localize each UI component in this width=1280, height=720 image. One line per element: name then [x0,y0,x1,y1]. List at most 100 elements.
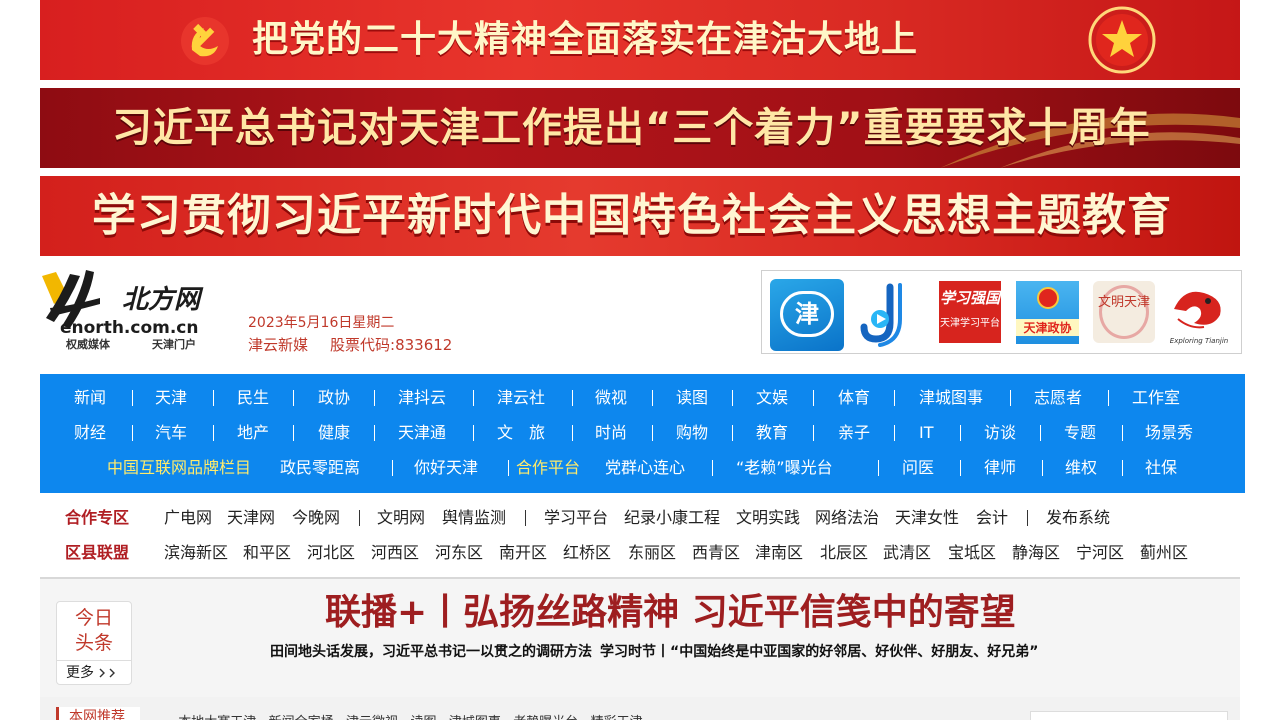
nav-item[interactable]: 健康 [318,415,350,450]
district-link[interactable]: 南开区 [499,535,547,570]
wenming-tianjin-link[interactable]: 文明天津 [1093,281,1155,343]
district-link[interactable]: 河东区 [435,535,483,570]
xuexiqiangguo-link[interactable]: 学习强国 天津学习平台 [939,281,1001,343]
nav-item[interactable]: 汽车 [155,415,187,450]
nav-item[interactable]: 天津 [155,380,187,415]
nav-item[interactable]: 文娱 [756,380,788,415]
district-link[interactable]: 滨海新区 [164,535,228,570]
nav-item[interactable]: 民生 [237,380,269,415]
nav-item[interactable]: 津云社 [497,380,545,415]
sub-headline-link[interactable]: 田间地头话发展，习近平总书记一以贯之的调研方法 [270,644,592,660]
nav-item[interactable]: 教育 [756,415,788,450]
nav-item[interactable]: 文 旅 [497,415,545,450]
district-link[interactable]: 河北区 [307,535,355,570]
partner-link[interactable]: 今晚网 [292,500,340,535]
district-link[interactable]: 静海区 [1012,535,1060,570]
banner-theme-education[interactable]: 学习贯彻习近平新时代中国特色社会主义思想主题教育 [40,176,1240,256]
banner-three-focus[interactable]: 习近平总书记对天津工作提出“三个着力”重要要求十周年 [40,88,1240,168]
tianjin-cppcc-link[interactable]: 天津政协 [1016,281,1079,344]
partner-link[interactable]: 广电网 [164,500,212,535]
partner-link[interactable]: 纪录小康工程 [624,500,720,535]
dongjian-app-link[interactable] [860,279,916,349]
partner-link[interactable]: 天津网 [227,500,275,535]
nav-item[interactable]: 政协 [318,380,350,415]
enorth-logo[interactable]: 北方网 enorth.com.cn 权威媒体 天津门户 [40,268,220,352]
nav-item[interactable]: 地产 [237,415,269,450]
district-link[interactable]: 和平区 [243,535,291,570]
nav-item[interactable]: 你好天津 [414,450,478,485]
nav-item[interactable]: 时尚 [595,415,627,450]
partner-link[interactable]: 文明网 [377,500,425,535]
xxqg-caption: 天津学习平台 [940,318,1000,329]
nav-item[interactable]: 新闻 [74,380,106,415]
nav-item[interactable]: 亲子 [838,415,870,450]
nav-item[interactable]: 志愿者 [1034,380,1082,415]
district-link[interactable]: 红桥区 [563,535,611,570]
district-link[interactable]: 蓟州区 [1140,535,1188,570]
sub-headline-link[interactable]: 学习时节丨“中国始终是中亚国家的好邻居、好伙伴、好朋友、好兄弟” [600,644,1038,660]
today-label-line2: 头条 [74,632,113,654]
recommend-tab[interactable]: 本网推荐 [56,707,140,720]
partner-link[interactable]: 天津女性 [895,500,959,535]
nav-item[interactable]: 读图 [676,380,708,415]
nav-item-brand-column[interactable]: 中国互联网品牌栏目 [107,450,251,485]
nav-item[interactable]: 购物 [676,415,708,450]
partner-link[interactable]: 文明实践 [736,500,800,535]
nav-row-1: 新闻 天津 民生 政协 津抖云 津云社 微视 读图 文娱 体育 津城图事 志愿者… [40,380,1245,415]
nav-item[interactable]: 问医 [902,450,934,485]
nav-item[interactable]: 访谈 [984,415,1016,450]
nav-item[interactable]: IT [919,415,934,450]
row-separator [525,510,526,526]
exploring-tianjin-link[interactable]: Exploring Tianjin [1164,279,1234,347]
district-link[interactable]: 河西区 [371,535,419,570]
nav-item[interactable]: 政民零距离 [280,450,360,485]
nav-item[interactable]: 财经 [74,415,106,450]
nav-separator [1042,460,1043,476]
district-link[interactable]: 东丽区 [628,535,676,570]
district-link[interactable]: 宝坻区 [948,535,996,570]
recommend-links[interactable]: · 本地大赛天津 · 新闻全家桶 · 津云微视 · 读图 · 津城图事 · 老赖… [170,711,643,720]
nav-item[interactable]: 党群心连心 [605,450,685,485]
partner-link[interactable]: 舆情监测 [442,500,506,535]
nav-separator [392,460,393,476]
nav-item[interactable]: 津抖云 [398,380,446,415]
nav-item[interactable]: 天津通 [398,415,446,450]
jinyun-app-link[interactable]: 津 [770,279,844,351]
partner-link[interactable]: 发布系统 [1046,500,1110,535]
today-label-line1: 今日 [74,607,113,629]
nav-item[interactable]: 津城图事 [919,380,983,415]
nav-item[interactable]: 工作室 [1132,380,1180,415]
nav-item[interactable]: 律师 [984,450,1016,485]
nav-separator [878,460,879,476]
headline-title-link[interactable]: 联播+丨弘扬丝路精神 习近平信笺中的寄望 [325,583,1016,635]
nav-separator [132,425,133,441]
headline-sub-links: 田间地头话发展，习近平总书记一以贯之的调研方法 学习时节丨“中国始终是中亚国家的好… [270,641,1038,661]
nav-separator [712,460,713,476]
more-label: 更多 [66,665,94,681]
banner-party-spirit[interactable]: 把党的二十大精神全面落实在津沽大地上 [40,0,1240,80]
main-nav: 新闻 天津 民生 政协 津抖云 津云社 微视 读图 文娱 体育 津城图事 志愿者… [40,374,1245,493]
more-button[interactable]: 更多 [57,660,131,685]
nav-item[interactable]: “老赖”曝光台 [736,450,833,485]
partner-link[interactable]: 学习平台 [544,500,608,535]
nav-item-cooperation[interactable]: 合作平台 [516,450,580,485]
nav-item[interactable]: 体育 [838,380,870,415]
partner-link[interactable]: 会计 [976,500,1008,535]
side-search-box[interactable] [1030,711,1228,720]
nav-item[interactable]: 场景秀 [1145,415,1193,450]
nav-item[interactable]: 社保 [1145,450,1177,485]
nav-separator [1122,460,1123,476]
partner-link[interactable]: 网络法治 [815,500,879,535]
district-link[interactable]: 武清区 [883,535,931,570]
district-link[interactable]: 宁河区 [1076,535,1124,570]
district-link[interactable]: 津南区 [755,535,803,570]
district-link[interactable]: 北辰区 [820,535,868,570]
nav-item[interactable]: 微视 [595,380,627,415]
xxqg-title: 学习强国 [939,289,1000,307]
media-name-link[interactable]: 津云新媒 [248,336,308,354]
district-link[interactable]: 西青区 [692,535,740,570]
nav-item[interactable]: 维权 [1065,450,1097,485]
nav-separator [213,390,214,406]
nav-item[interactable]: 专题 [1064,415,1096,450]
exploring-caption: Exploring Tianjin [1169,337,1229,345]
